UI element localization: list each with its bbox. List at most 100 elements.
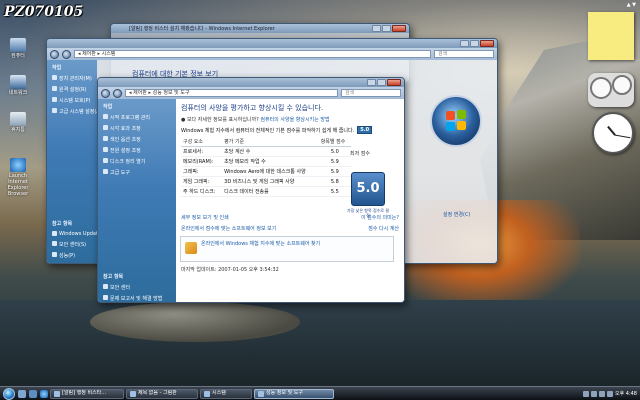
system-titlebar[interactable] [47,39,497,48]
search-input[interactable]: 검색 [341,89,401,97]
search-input[interactable]: 검색 [434,50,494,58]
see-also-header: 참고 항목 [52,221,73,227]
performance-task-pane: 작업 시작 프로그램 관리 시각 효과 조정 색인 옵션 조정 전원 설정 조정… [98,99,176,302]
clock[interactable]: 오후 4:48 [615,390,637,397]
minimize-button[interactable] [367,79,376,86]
table-row: 게임 그래픽: 3D 비즈니스 및 게임 그래픽 사양 5.8 [181,176,351,187]
score-meaning-link[interactable]: 이 점수의 의미는? [361,214,399,221]
internet-explorer-icon[interactable] [40,389,48,398]
see-also-security-center[interactable]: 보안 센터(S) [47,239,97,250]
close-button[interactable] [387,79,401,86]
base-score-badge: 5.0 [351,172,385,206]
see-also-windows-update[interactable]: Windows Update [47,229,101,239]
table-row: 프로세서: 초당 계산 수 5.0 [181,146,351,157]
links-row: 세부 정보 보기 및 인쇄 이 점수의 의미는? [181,214,399,221]
back-button[interactable] [50,49,59,59]
wallpaper-lake [0,300,640,390]
task-remote-settings[interactable]: 원격 설정(R) [47,84,97,95]
notes-gadget[interactable] [588,12,634,60]
cpu-dial-icon [590,77,612,99]
improve-performance-link[interactable]: 컴퓨터의 사양을 향상시키는 방법 [260,117,329,123]
maximize-button[interactable] [470,40,479,47]
memory-dial-icon [612,75,632,95]
cpu-meter-gadget[interactable] [588,73,634,107]
score-badge: 5.0 [357,126,373,134]
address-bar[interactable]: ◂ 제어판 ▸ 시스템 [74,50,431,58]
col-subscore: 항목별 점수 [318,137,351,147]
task-disk-cleanup[interactable]: 디스크 정리 열기 [98,156,176,167]
taskbar-button-performance[interactable]: 성능 정보 및 도구 [254,388,334,399]
task-power-settings[interactable]: 전원 설정 조정 [98,145,176,156]
desktop-icon-internet-explorer[interactable]: Launch Internet Explorer Browser [2,158,34,197]
show-desktop-icon[interactable] [18,389,26,398]
performance-window[interactable]: ◂ 제어판 ▸ 성능 정보 및 도구 검색 작업 시작 프로그램 관리 시각 효… [97,77,405,303]
see-also-performance[interactable]: 성능(P) [47,250,97,261]
performance-icon [258,390,264,397]
software-icon [185,242,197,254]
sidebar-controls[interactable]: ▲ ▼ [606,2,636,10]
last-update: 마지막 업데이트: 2007-01-05 오후 3:54:32 [181,267,279,273]
see-also-security-center[interactable]: 보안 센터 [98,282,176,293]
wallpaper-rock [90,302,300,342]
performance-navbar: ◂ 제어판 ▸ 성능 정보 및 도구 검색 [98,87,404,99]
maximize-button[interactable] [377,79,386,86]
ie-titlebar[interactable]: [알림] 행정 비스터 설치 해봤습니다 - Windows Internet … [111,24,409,33]
task-pane-header: 작업 [52,65,62,71]
computer-icon [10,38,26,52]
view-details-link[interactable]: 세부 정보 보기 및 인쇄 [181,214,229,221]
back-button[interactable] [101,88,110,98]
system-navbar: ◂ 제어판 ▸ 시스템 검색 [47,48,497,60]
table-row: 그래픽: Windows Aero에 대한 데스크톱 사양 5.9 [181,166,351,177]
network-icon [10,75,26,89]
col-component: 구성 요소 [181,137,223,147]
task-advanced-settings[interactable]: 고급 시스템 설정(A) [47,106,102,117]
task-advanced-tools[interactable]: 고급 도구 [98,167,176,178]
task-pane-header: 작업 [103,104,113,110]
task-system-protection[interactable]: 시스템 보호(P) [47,95,97,106]
minimize-button[interactable] [460,40,469,47]
network-tray-icon[interactable] [590,390,597,397]
maximize-button[interactable] [382,25,391,32]
desktop-icon-network[interactable]: 네트워크 [2,75,34,96]
col-base-score: 최저 점수 [350,151,370,157]
close-button[interactable] [392,25,406,32]
task-visual-effects[interactable]: 시각 효과 조정 [98,123,176,134]
taskbar: [알림] 행정 비스타... 제목 없음 - 그림판 시스템 성능 정보 및 도… [0,386,640,400]
online-info-link[interactable]: 온라인에서 점수에 맞는 소프트웨어 정보 보기 [181,225,276,232]
col-criterion: 평가 기준 [222,137,319,147]
links-row-2: 온라인에서 점수에 맞는 소프트웨어 정보 보기 점수 다시 계산 [181,225,399,232]
task-device-manager[interactable]: 장치 관리자(M) [47,73,97,84]
performance-titlebar[interactable] [98,78,404,87]
taskbar-button-paint[interactable]: 제목 없음 - 그림판 [126,388,198,399]
see-also-problem-reports[interactable]: 문제 보고서 및 해결 방법 [98,293,176,302]
system-tray: 오후 4:48 [580,388,640,400]
taskbar-button-system[interactable]: 시스템 [200,388,252,399]
recalculate-link[interactable]: 점수 다시 계산 [368,225,399,232]
find-software-box[interactable]: 온라인에서 Windows 체험 지수에 맞는 소프트웨어 찾기 [180,236,394,262]
security-icon[interactable] [606,390,613,397]
watermark: PZ070105 [4,4,84,20]
address-bar[interactable]: ◂ 제어판 ▸ 성능 정보 및 도구 [125,89,338,97]
volume-icon[interactable] [598,390,605,397]
table-row: 주 하드 디스크: 디스크 데이터 전송률 5.5 [181,186,351,197]
internet-explorer-icon [10,158,26,172]
minimize-button[interactable] [372,25,381,32]
rating-table: 구성 요소 평가 기준 항목별 점수 프로세서: 초당 계산 수 5.0 메모리(R… [181,137,351,197]
find-software-link[interactable]: 온라인에서 Windows 체험 지수에 맞는 소프트웨어 찾기 [201,241,320,247]
switch-windows-icon[interactable] [29,389,37,398]
see-also-header: 참고 항목 [103,274,124,280]
clock-gadget[interactable] [592,112,634,154]
desktop-icon-computer[interactable]: 컴퓨터 [2,38,34,59]
taskbar-button-ie[interactable]: [알림] 행정 비스타... [50,388,124,399]
start-button[interactable] [3,387,15,400]
page-title: 컴퓨터의 사양을 평가하고 향상시킬 수 있습니다. [181,104,324,112]
forward-button[interactable] [113,88,122,98]
language-icon[interactable] [582,390,589,397]
close-button[interactable] [480,40,494,47]
system-icon [204,390,210,397]
forward-button[interactable] [62,49,71,59]
task-indexing-options[interactable]: 색인 옵션 조정 [98,134,176,145]
task-startup-programs[interactable]: 시작 프로그램 관리 [98,112,176,123]
desktop-icon-recycle-bin[interactable]: 휴지통 [2,112,34,133]
change-settings-link[interactable]: 설정 변경(C) [443,211,470,218]
